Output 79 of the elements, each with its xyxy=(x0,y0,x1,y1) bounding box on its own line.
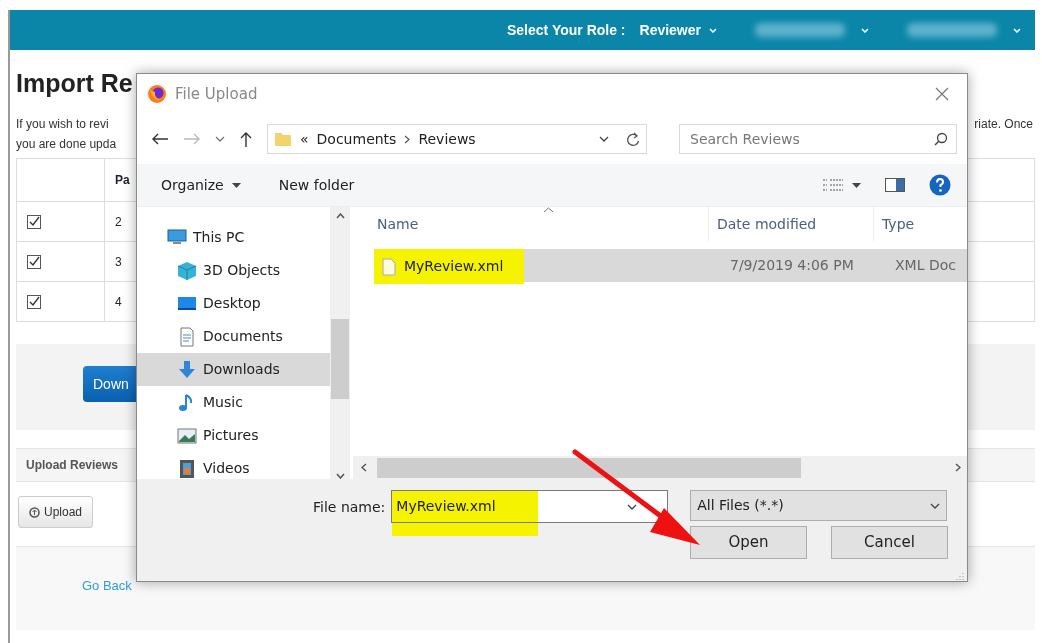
nav-item[interactable]: Music xyxy=(137,386,330,419)
film-icon xyxy=(177,458,197,479)
column-header[interactable]: Name xyxy=(353,207,709,241)
dialog-title: File Upload xyxy=(175,83,258,105)
upload-button[interactable]: Upload xyxy=(18,496,94,528)
browser-icon xyxy=(147,84,167,104)
cube-icon xyxy=(177,260,197,281)
breadcrumb[interactable]: Reviews xyxy=(418,128,476,150)
column-header: Pa xyxy=(114,172,130,189)
resize-grip-icon xyxy=(956,572,964,580)
up-icon[interactable] xyxy=(239,130,253,148)
caret-icon xyxy=(709,27,717,33)
scrollbar-thumb[interactable] xyxy=(377,457,801,478)
file-name: MyReview.xml xyxy=(404,257,504,276)
scrollbar-thumb[interactable] xyxy=(331,319,349,399)
checkbox[interactable] xyxy=(27,254,41,269)
nav-item[interactable]: Videos xyxy=(137,452,330,485)
field-label: File name: xyxy=(313,498,386,517)
back-icon[interactable] xyxy=(151,132,169,146)
caret-icon[interactable] xyxy=(599,136,609,142)
role-dropdown[interactable]: Reviewer xyxy=(639,19,717,41)
cancel-button[interactable]: Cancel xyxy=(831,526,948,559)
file-name-value: MyReview.xml xyxy=(392,491,539,522)
file-row[interactable]: MyReview.xml 7/9/2019 4:06 PM XML Doc xyxy=(374,249,967,282)
file-type: XML Doc xyxy=(895,256,956,275)
checkbox[interactable] xyxy=(27,214,41,229)
new-folder-button[interactable]: New folder xyxy=(278,174,355,196)
caret-icon xyxy=(1013,27,1021,33)
nav-item[interactable]: Downloads xyxy=(137,353,330,386)
help-icon[interactable] xyxy=(929,174,951,196)
scroll-down-icon[interactable] xyxy=(335,473,345,479)
folder-icon xyxy=(274,130,292,148)
file-icon xyxy=(382,257,396,276)
scroll-up-icon[interactable] xyxy=(335,213,345,219)
file-date: 7/9/2019 4:06 PM xyxy=(730,256,855,275)
table-cell-text: 3 xyxy=(114,253,122,271)
nav-item[interactable]: 3D Objects xyxy=(137,254,330,287)
column-header[interactable]: Type xyxy=(874,207,954,241)
organize-menu[interactable]: Organize xyxy=(161,174,241,196)
address-bar[interactable]: « Documents Reviews xyxy=(267,124,647,154)
caret-icon[interactable] xyxy=(627,503,638,510)
caret-icon[interactable] xyxy=(215,136,225,142)
intro-text: If you wish to revi xyxy=(16,116,109,133)
search-icon xyxy=(934,132,948,146)
view-icon xyxy=(822,178,844,192)
nav-item[interactable]: Documents xyxy=(137,320,330,353)
download-button[interactable]: Down xyxy=(83,366,139,402)
nav-item[interactable]: Desktop xyxy=(137,287,330,320)
caret-icon xyxy=(861,27,869,33)
role-label: Select Your Role : xyxy=(507,20,626,40)
download-icon xyxy=(177,359,197,380)
scroll-right-icon[interactable] xyxy=(955,463,961,472)
picture-icon xyxy=(177,425,197,446)
table-cell-text: 4 xyxy=(114,293,122,311)
scroll-left-icon[interactable] xyxy=(361,463,367,472)
caret-icon xyxy=(852,182,861,188)
view-menu[interactable] xyxy=(822,178,861,192)
checkbox[interactable] xyxy=(27,294,41,309)
sort-icon xyxy=(543,207,554,213)
overflow-marker: « xyxy=(300,129,309,149)
caret-icon xyxy=(930,502,941,509)
upload-icon xyxy=(29,506,40,518)
close-icon[interactable] xyxy=(935,87,949,101)
chevron-icon xyxy=(404,134,411,144)
document-icon xyxy=(177,326,197,347)
nav-item[interactable]: This PC xyxy=(137,221,330,254)
caret-icon xyxy=(231,182,241,188)
preview-pane-icon[interactable] xyxy=(885,178,905,192)
file-name-field[interactable]: MyReview.xml xyxy=(391,490,669,523)
search-field[interactable]: Search Reviews xyxy=(679,124,957,154)
page-title: Import Re xyxy=(16,68,133,98)
table-cell-text: 2 xyxy=(114,213,122,231)
column-header[interactable]: Date modified xyxy=(709,207,874,241)
open-button[interactable]: Open xyxy=(690,526,807,559)
intro-text: riate. Once xyxy=(974,116,1033,133)
breadcrumb[interactable]: Documents xyxy=(316,128,397,150)
intro-text: you are done upda xyxy=(16,136,117,153)
refresh-icon[interactable] xyxy=(626,131,640,147)
file-type-dropdown[interactable]: All Files (*.*) xyxy=(690,490,948,521)
